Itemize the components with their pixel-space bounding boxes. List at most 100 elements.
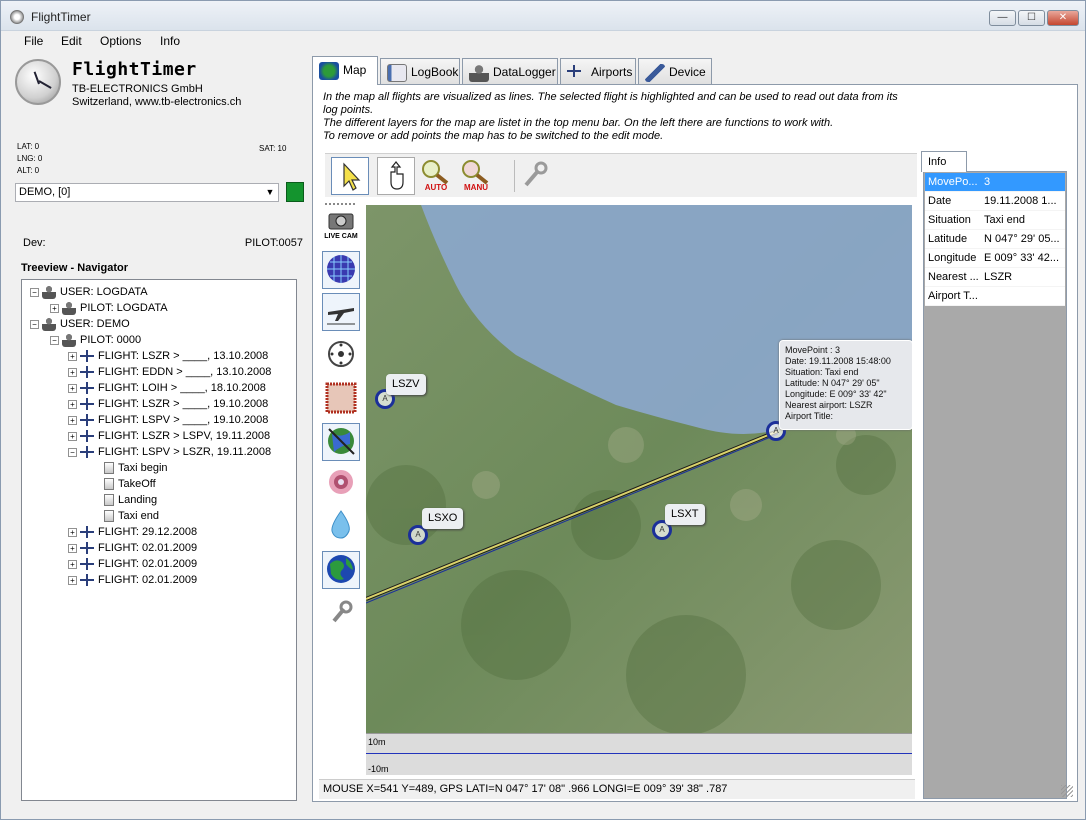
tree-node[interactable]: + FLIGHT: LSZR > ____, 19.10.2008 xyxy=(68,396,268,412)
chevron-down-icon[interactable]: ▼ xyxy=(262,184,278,201)
zoom-auto-button[interactable]: AUTO xyxy=(417,157,455,195)
airplane-icon xyxy=(80,397,94,411)
tree-node-label: Taxi begin xyxy=(118,462,168,474)
pan-tool-button[interactable] xyxy=(377,157,415,195)
tree-node[interactable]: + FLIGHT: EDDN > ____, 13.10.2008 xyxy=(68,364,271,380)
collapse-icon[interactable]: − xyxy=(50,335,59,345)
expand-icon[interactable]: + xyxy=(68,431,77,441)
menu-edit[interactable]: Edit xyxy=(61,34,82,48)
globe-icon xyxy=(319,61,339,80)
earth-icon xyxy=(327,555,355,583)
airplane-icon xyxy=(80,413,94,427)
live-cam-button[interactable]: LIVE CAM xyxy=(322,209,360,247)
maximize-button[interactable]: ☐ xyxy=(1018,10,1045,26)
tree-node[interactable]: + FLIGHT: LSPV > ____, 19.10.2008 xyxy=(68,412,268,428)
collapse-icon[interactable]: − xyxy=(30,287,39,297)
tree-node[interactable]: + FLIGHT: LSZR > ____, 13.10.2008 xyxy=(68,348,268,364)
tree-node[interactable]: TakeOff xyxy=(104,476,156,492)
tab-logbook[interactable]: LogBook xyxy=(380,58,460,84)
tree-node[interactable]: − FLIGHT: LSPV > LSZR, 19.11.2008 xyxy=(68,444,271,460)
info-grid[interactable]: MovePo... 3 Date 19.11.2008 1... Situation… xyxy=(923,171,1067,799)
info-row[interactable]: Longitude E 009° 33' 42... xyxy=(925,249,1065,268)
tab-airports[interactable]: Airports xyxy=(560,58,636,84)
expand-icon[interactable]: + xyxy=(68,559,77,569)
resize-grip[interactable] xyxy=(1061,785,1073,797)
info-row[interactable]: Date 19.11.2008 1... xyxy=(925,192,1065,211)
menu-options[interactable]: Options xyxy=(100,34,141,48)
tree-node-label: PILOT: 0000 xyxy=(80,334,142,346)
info-row[interactable]: Airport T... xyxy=(925,287,1065,306)
brand-company: TB-ELECTRONICS GmbH xyxy=(72,83,203,95)
tree-node[interactable]: + FLIGHT: 02.01.2009 xyxy=(68,572,197,588)
tree-node[interactable]: − USER: LOGDATA xyxy=(30,284,148,300)
tab-map[interactable]: Map xyxy=(312,56,378,85)
expand-icon[interactable]: + xyxy=(68,399,77,409)
tab-datalogger[interactable]: DataLogger xyxy=(462,58,558,84)
collapse-icon[interactable]: − xyxy=(30,319,39,329)
info-row[interactable]: Situation Taxi end xyxy=(925,211,1065,230)
expand-icon[interactable]: + xyxy=(68,575,77,585)
info-value: N 047° 29' 05... xyxy=(984,233,1060,245)
tree-node[interactable]: Taxi begin xyxy=(104,460,168,476)
expand-icon[interactable]: + xyxy=(68,543,77,553)
menu-info[interactable]: Info xyxy=(160,34,180,48)
airplane-icon xyxy=(80,365,94,379)
tree-node[interactable]: Landing xyxy=(104,492,157,508)
airport-layer-button[interactable] xyxy=(322,337,360,375)
expand-icon[interactable]: + xyxy=(68,415,77,425)
tree-node[interactable]: + FLIGHT: 02.01.2009 xyxy=(68,556,197,572)
tree-title: Treeview - Navigator xyxy=(21,262,128,274)
tree-node[interactable]: − PILOT: 0000 xyxy=(50,332,141,348)
close-button[interactable]: ✕ xyxy=(1047,10,1079,26)
frame-layer-button[interactable] xyxy=(322,381,360,419)
tree-node[interactable]: Taxi end xyxy=(104,508,159,524)
status-bar: MOUSE X=541 Y=489, GPS LATI=N 047° 17' 0… xyxy=(319,779,915,799)
expand-icon[interactable]: + xyxy=(68,367,77,377)
water-layer-button[interactable] xyxy=(322,507,360,545)
grid-layer-button[interactable] xyxy=(322,251,360,289)
tooltip-line: Airport Title: xyxy=(785,411,834,421)
tree-navigator[interactable]: − USER: LOGDATA + PILOT: LOGDATA − USER: DEMO… xyxy=(21,279,297,801)
expand-icon[interactable]: + xyxy=(68,527,77,537)
airplane-icon xyxy=(80,573,94,587)
info-row[interactable]: MovePo... 3 xyxy=(925,173,1065,192)
tree-node[interactable]: + FLIGHT: 29.12.2008 xyxy=(68,524,197,540)
map-canvas[interactable]: A LSZV A LSXO A LSXT A MovePoint : 3 Dat… xyxy=(366,205,912,733)
satellite-layer-button[interactable] xyxy=(322,551,360,589)
tree-node[interactable]: − USER: DEMO xyxy=(30,316,130,332)
terrain-layer-button[interactable] xyxy=(322,423,360,461)
tab-device[interactable]: Device xyxy=(638,58,712,84)
expand-icon[interactable]: + xyxy=(68,351,77,361)
user-icon xyxy=(42,317,56,332)
expand-icon[interactable]: + xyxy=(68,383,77,393)
sidebar-settings-button[interactable] xyxy=(322,595,360,633)
wrench-icon xyxy=(524,161,548,187)
flight-tracks-button[interactable] xyxy=(322,293,360,331)
zoom-manual-button[interactable]: MANU xyxy=(457,157,495,195)
tree-node[interactable]: + FLIGHT: 02.01.2009 xyxy=(68,540,197,556)
tooltip-line: MovePoint : 3 xyxy=(785,345,841,355)
pointer-tool-button[interactable] xyxy=(331,157,369,195)
info-row[interactable]: Latitude N 047° 29' 05... xyxy=(925,230,1065,249)
settings-tool-button[interactable] xyxy=(517,157,555,195)
radar-layer-button[interactable] xyxy=(322,465,360,503)
tooltip-line: Nearest airport: LSZR xyxy=(785,400,873,410)
tree-node-label: FLIGHT: 02.01.2009 xyxy=(98,574,198,586)
pilot-icon xyxy=(469,63,489,82)
menu-file[interactable]: File xyxy=(24,34,43,48)
tab-info[interactable]: Info xyxy=(921,151,967,172)
log-point-icon xyxy=(104,510,114,523)
info-key: Latitude xyxy=(928,233,968,245)
tree-node[interactable]: + FLIGHT: LOIH > ____, 18.10.2008 xyxy=(68,380,266,396)
collapse-icon[interactable]: − xyxy=(68,447,77,457)
tree-node[interactable]: + FLIGHT: LSZR > LSPV, 19.11.2008 xyxy=(68,428,270,444)
info-value: 19.11.2008 1... xyxy=(984,195,1057,207)
tab-logbook-label: LogBook xyxy=(411,65,459,79)
minimize-button[interactable]: — xyxy=(989,10,1016,26)
tree-node[interactable]: + PILOT: LOGDATA xyxy=(50,300,168,316)
expand-icon[interactable]: + xyxy=(50,303,59,313)
info-key: Nearest ... xyxy=(928,271,979,283)
info-row[interactable]: Nearest ... LSZR xyxy=(925,268,1065,287)
device-select[interactable]: DEMO, [0] ▼ xyxy=(15,183,279,202)
elevation-profile[interactable]: 10m -10m xyxy=(366,733,912,775)
